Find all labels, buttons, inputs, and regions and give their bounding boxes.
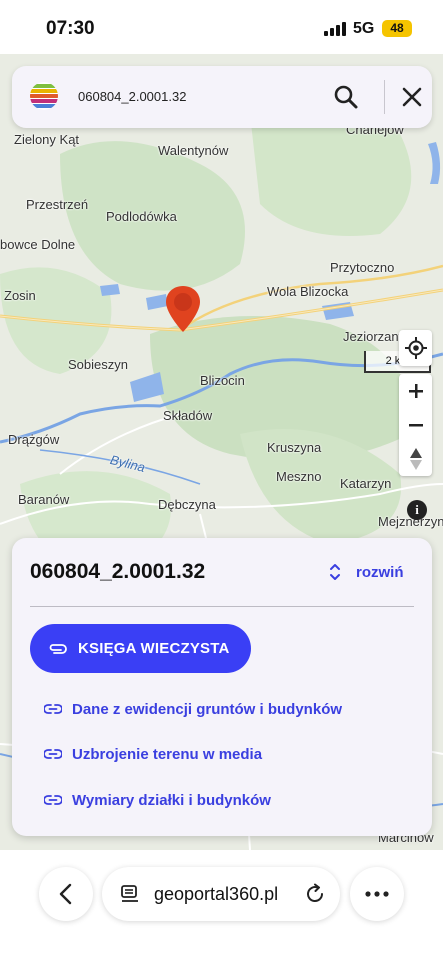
search-input[interactable]: 060804_2.0001.32 [78,89,186,104]
place-label: Sobieszyn [68,357,128,372]
crosshair-icon [404,337,427,359]
compass-icon [409,448,422,470]
place-label: Przytoczno [330,260,395,275]
dimensions-link[interactable]: Wymiary działki i budynków [44,788,271,812]
attachment-icon [49,643,67,654]
more-dots-icon [365,891,389,897]
page-menu-icon[interactable] [120,884,140,904]
signal-icon [324,22,346,36]
plus-icon [408,384,423,398]
zoom-out-button[interactable] [399,408,432,442]
place-label: Kruszyna [267,440,322,455]
place-label: Przestrzeń [26,197,89,212]
land-register-button[interactable]: KSIĘGA WIECZYSTA [30,624,251,673]
address-bar[interactable]: geoportal360.pl [102,867,340,921]
place-label: Składów [163,408,213,423]
place-label: Meszno [276,469,322,484]
status-bar: 07:30 5G 48 [0,0,443,54]
land-records-link[interactable]: Dane z ewidencji gruntów i budynków [44,697,342,721]
link-icon [44,704,62,714]
place-label: Zosin [4,288,36,303]
place-label: Walentynów [158,143,229,158]
place-label: Dębczyna [158,497,216,512]
expand-button[interactable]: rozwiń [328,560,404,584]
browser-toolbar: geoportal360.pl [0,850,443,960]
more-button[interactable] [350,867,404,921]
zoom-in-button[interactable] [399,374,432,408]
place-label: Blizocin [200,373,245,388]
reload-icon[interactable] [304,883,326,905]
back-button[interactable] [39,867,93,921]
place-label: Jeziorzany [343,329,406,344]
info-icon[interactable]: i [407,500,427,520]
land-register-label: KSIĘGA WIECZYSTA [78,640,230,657]
place-label: Zielony Kąt [14,132,80,147]
link-icon [44,795,62,805]
panel-divider [30,606,414,607]
locate-me-button[interactable] [399,330,432,366]
search-divider [384,80,385,114]
link-icon [44,749,62,759]
minus-icon [408,424,423,427]
dimensions-label: Wymiary działki i budynków [72,791,271,809]
zoom-controls [399,374,432,476]
place-label: bowce Dolne [0,237,76,252]
place-label: Podlodówka [106,209,177,224]
battery-icon: 48 [382,20,412,37]
compass-button[interactable] [399,442,432,476]
place-label: Drążgów [8,432,60,447]
location-marker-icon [166,286,200,332]
parcel-id-title: 060804_2.0001.32 [30,560,206,583]
chevron-left-icon [59,883,72,905]
search-bar[interactable]: 060804_2.0001.32 [12,66,432,128]
place-label: Baranów [18,492,70,507]
network-type: 5G [353,20,375,37]
place-label: Katarzyn [340,476,392,491]
url-text: geoportal360.pl [154,884,279,904]
utilities-link[interactable]: Uzbrojenie terenu w media [44,742,262,766]
land-records-label: Dane z ewidencji gruntów i budynków [72,700,343,718]
utilities-label: Uzbrojenie terenu w media [72,745,263,763]
geoportal-logo-icon [30,82,58,110]
place-label: Wola Blizocka [267,284,349,299]
search-icon[interactable] [332,83,360,111]
status-time: 07:30 [46,18,95,39]
expand-label: rozwiń [356,563,404,581]
close-icon[interactable] [398,83,426,111]
chevron-up-down-icon [330,564,340,580]
parcel-panel: 060804_2.0001.32 rozwiń KSIĘGA WIECZYSTA… [12,538,432,836]
